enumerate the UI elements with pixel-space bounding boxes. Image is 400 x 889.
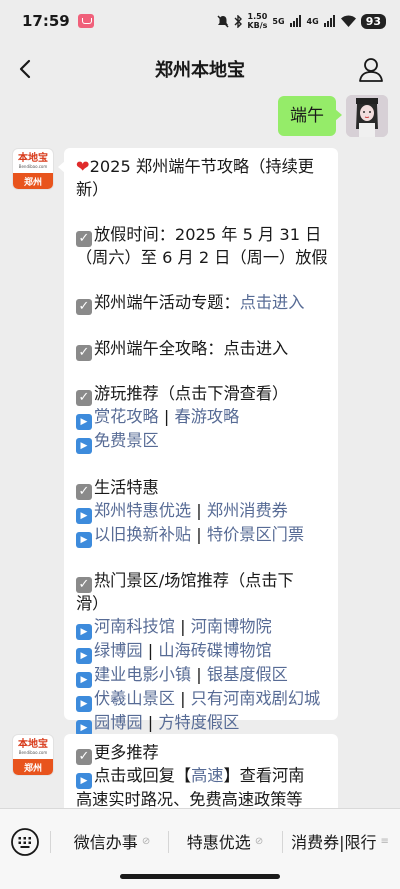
user-avatar-image <box>346 95 388 137</box>
link-science-museum[interactable]: 河南科技馆 <box>94 617 175 636</box>
status-bar: 17:59 1.50 KB/s 5G 4G 93 <box>0 0 400 42</box>
play-icon: ▶ <box>76 671 92 688</box>
guide-title-cont: 新） <box>76 179 109 199</box>
link-garden-expo[interactable]: 园博园 <box>94 713 143 732</box>
link-brick-museum[interactable]: 山海砖碟博物馆 <box>158 641 271 660</box>
hot-section-title-cont: 滑） <box>76 594 109 614</box>
signal-bars-icon <box>289 15 301 27</box>
check-icon: ✓ <box>76 298 92 315</box>
menu-coupons-traffic[interactable]: 消费券|限行 ≡ <box>284 821 396 861</box>
incoming-message: ❤2025 郑州端午节攻略（持续更 新） ✓ 放假时间：2025 年 5 月 31… <box>58 148 338 736</box>
hot-section-title: 热门景区/场馆推荐（点击下 <box>94 571 294 591</box>
check-icon: ✓ <box>76 390 92 407</box>
link-hint-icon: ⊘ <box>254 835 264 847</box>
home-indicator[interactable] <box>120 874 280 879</box>
link-drama-city[interactable]: 只有河南戏剧幻城 <box>191 689 321 708</box>
link-fuxi-mountain[interactable]: 伏羲山景区 <box>94 689 175 708</box>
link-fantawild[interactable]: 方特度假区 <box>158 713 239 732</box>
link-tickets[interactable]: 特价景区门票 <box>207 525 304 544</box>
play-section-title: 游玩推荐（点击下滑查看） <box>94 384 289 404</box>
logo-text: 本地宝 <box>18 153 48 164</box>
link-hint-icon: ⊘ <box>141 835 151 847</box>
logo-city: 郑州 <box>13 759 53 775</box>
link-henan-museum[interactable]: 河南博物院 <box>191 617 272 636</box>
play-icon: ▶ <box>76 623 92 640</box>
menu-wechat-services[interactable]: 微信办事 ⊘ <box>56 821 168 861</box>
signal-bars-icon <box>323 15 335 27</box>
check-icon: ✓ <box>76 230 92 247</box>
official-account-avatar[interactable]: 本地宝 Bendibao.com 郑州 <box>12 734 54 776</box>
link-spring-guide[interactable]: 春游攻略 <box>175 407 240 426</box>
check-icon: ✓ <box>76 577 92 594</box>
menu-deals[interactable]: 特惠优选 ⊘ <box>170 821 280 861</box>
signal-4g-label: 4G <box>306 16 319 26</box>
profile-icon[interactable] <box>356 54 386 84</box>
submenu-icon: ≡ <box>380 835 389 847</box>
play-icon: ▶ <box>76 647 92 664</box>
battery-level: 93 <box>360 13 386 29</box>
link-film-town[interactable]: 建业电影小镇 <box>94 665 191 684</box>
play-icon: ▶ <box>76 438 92 455</box>
user-avatar[interactable] <box>346 95 388 137</box>
link-flower-guide[interactable]: 赏花攻略 <box>94 407 159 426</box>
play-icon: ▶ <box>76 414 92 431</box>
notification-app-icon <box>77 14 94 28</box>
play-icon: ▶ <box>76 773 92 789</box>
play-icon: ▶ <box>76 507 92 524</box>
link-tradein[interactable]: 以旧换新补贴 <box>94 525 191 544</box>
holiday-text-cont: （周六）至 6 月 2 日（周一）放假 <box>76 247 328 267</box>
chat-title: 郑州本地宝 <box>155 60 245 81</box>
official-account-avatar[interactable]: 本地宝 Bendibao.com 郑州 <box>12 148 54 190</box>
highway-text-cont: 高速实时路况、免费高速政策等 <box>76 790 303 809</box>
check-icon: ✓ <box>76 749 92 765</box>
link-deals[interactable]: 郑州特惠优选 <box>94 501 191 520</box>
life-section-title: 生活特惠 <box>94 477 159 497</box>
mute-bell-icon <box>217 14 229 28</box>
keyboard-icon[interactable] <box>10 827 40 857</box>
link-yinji-resort[interactable]: 银基度假区 <box>207 665 288 684</box>
chat-header: 郑州本地宝 <box>0 42 400 96</box>
outgoing-message-text: 端午 <box>290 106 324 126</box>
check-icon: ✓ <box>76 483 92 500</box>
more-title: 更多推荐 <box>94 743 159 762</box>
bluetooth-icon <box>234 14 243 28</box>
check-icon: ✓ <box>76 344 92 361</box>
signal-5g-label: 5G <box>272 16 285 26</box>
logo-text: 本地宝 <box>18 739 48 750</box>
play-icon: ▶ <box>76 695 92 712</box>
logo-city: 郑州 <box>13 173 53 189</box>
holiday-text: 放假时间：2025 年 5 月 31 日 <box>94 224 322 244</box>
logo-subtext: Bendibao.com <box>18 164 48 169</box>
status-time: 17:59 <box>22 12 70 30</box>
link-free-scenic[interactable]: 免费景区 <box>94 431 159 450</box>
logo-subtext: Bendibao.com <box>18 750 48 755</box>
play-icon: ▶ <box>76 531 92 548</box>
link-green-expo[interactable]: 绿博园 <box>94 641 143 660</box>
full-guide-text: 郑州端午全攻略：点击进入 <box>94 338 289 358</box>
wifi-icon <box>340 15 356 27</box>
network-speed: 1.50 KB/s <box>247 12 268 30</box>
link-highway[interactable]: 高速 <box>191 766 223 785</box>
outgoing-message[interactable]: 端午 <box>278 96 342 136</box>
back-arrow-icon[interactable] <box>12 55 40 83</box>
activity-label: 郑州端午活动专题： <box>94 292 240 312</box>
activity-link[interactable]: 点击进入 <box>240 293 305 312</box>
link-coupons[interactable]: 郑州消费券 <box>207 501 288 520</box>
guide-title: 2025 郑州端午节攻略（持续更 <box>89 157 314 176</box>
heart-icon: ❤ <box>76 157 90 176</box>
